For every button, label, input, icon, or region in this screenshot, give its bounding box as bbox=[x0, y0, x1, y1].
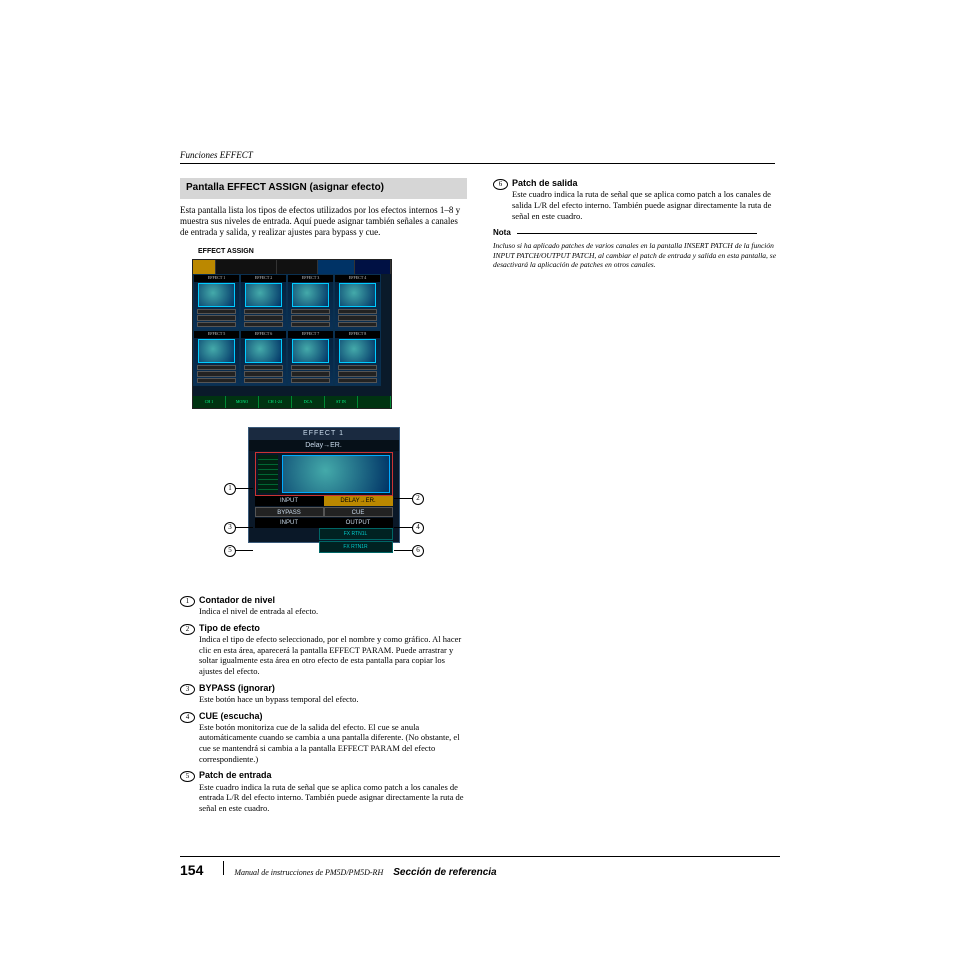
intro-paragraph: Esta pantalla lista los tipos de efectos… bbox=[180, 205, 467, 239]
running-head: Funciones EFFECT bbox=[180, 150, 775, 164]
callout-3: 3 bbox=[224, 522, 236, 534]
def-item-4: 4 CUE (escucha) Este botón monitoriza cu… bbox=[180, 711, 467, 765]
callout-4: 4 bbox=[412, 522, 424, 534]
callout-1: 1 bbox=[224, 483, 236, 495]
note-label: Nota bbox=[493, 228, 511, 238]
detail-title: EFFECT 1 bbox=[249, 428, 399, 440]
note-block: Nota Incluso si ha aplicado patches de v… bbox=[493, 227, 780, 269]
callout-5: 5 bbox=[224, 545, 236, 557]
section-heading: Pantalla EFFECT ASSIGN (asignar efecto) bbox=[180, 178, 467, 199]
definitions-list: 1 Contador de nivel Indica el nivel de e… bbox=[180, 595, 467, 813]
def-item-6: 6 Patch de salida Este cuadro indica la … bbox=[493, 178, 780, 221]
page: Funciones EFFECT Pantalla EFFECT ASSIGN … bbox=[0, 0, 954, 954]
figure-effect-detail: EFFECT 1 Delay→ER. INPUTDELAY→ER. BYPASS… bbox=[248, 427, 400, 543]
callout-6: 6 bbox=[412, 545, 424, 557]
page-number: 154 bbox=[180, 862, 203, 880]
def-item-1: 1 Contador de nivel Indica el nivel de e… bbox=[180, 595, 467, 617]
callout-2: 2 bbox=[412, 493, 424, 505]
def-item-3: 3 BYPASS (ignorar) Este botón hace un by… bbox=[180, 683, 467, 705]
footer-section: Sección de referencia bbox=[393, 867, 496, 880]
def-item-2: 2 Tipo de efecto Indica el tipo de efect… bbox=[180, 623, 467, 677]
footer-manual-title: Manual de instrucciones de PM5D/PM5D-RH bbox=[234, 868, 383, 878]
detail-subtitle: Delay→ER. bbox=[249, 440, 399, 451]
right-column: 6 Patch de salida Este cuadro indica la … bbox=[493, 178, 780, 819]
def-item-5: 5 Patch de entrada Este cuadro indica la… bbox=[180, 770, 467, 813]
left-column: Pantalla EFFECT ASSIGN (asignar efecto) … bbox=[180, 178, 467, 819]
page-footer: 154 Manual de instrucciones de PM5D/PM5D… bbox=[180, 856, 780, 880]
figure-caption: EFFECT ASSIGN bbox=[198, 248, 467, 257]
note-text: Incluso si ha aplicado patches de varios… bbox=[493, 238, 780, 269]
columns: Pantalla EFFECT ASSIGN (asignar efecto) … bbox=[180, 178, 780, 819]
figure-effect-assign: EFFECT 1 EFFECT 2 EFFECT 3 EFFECT 4 EFFE… bbox=[192, 259, 392, 409]
